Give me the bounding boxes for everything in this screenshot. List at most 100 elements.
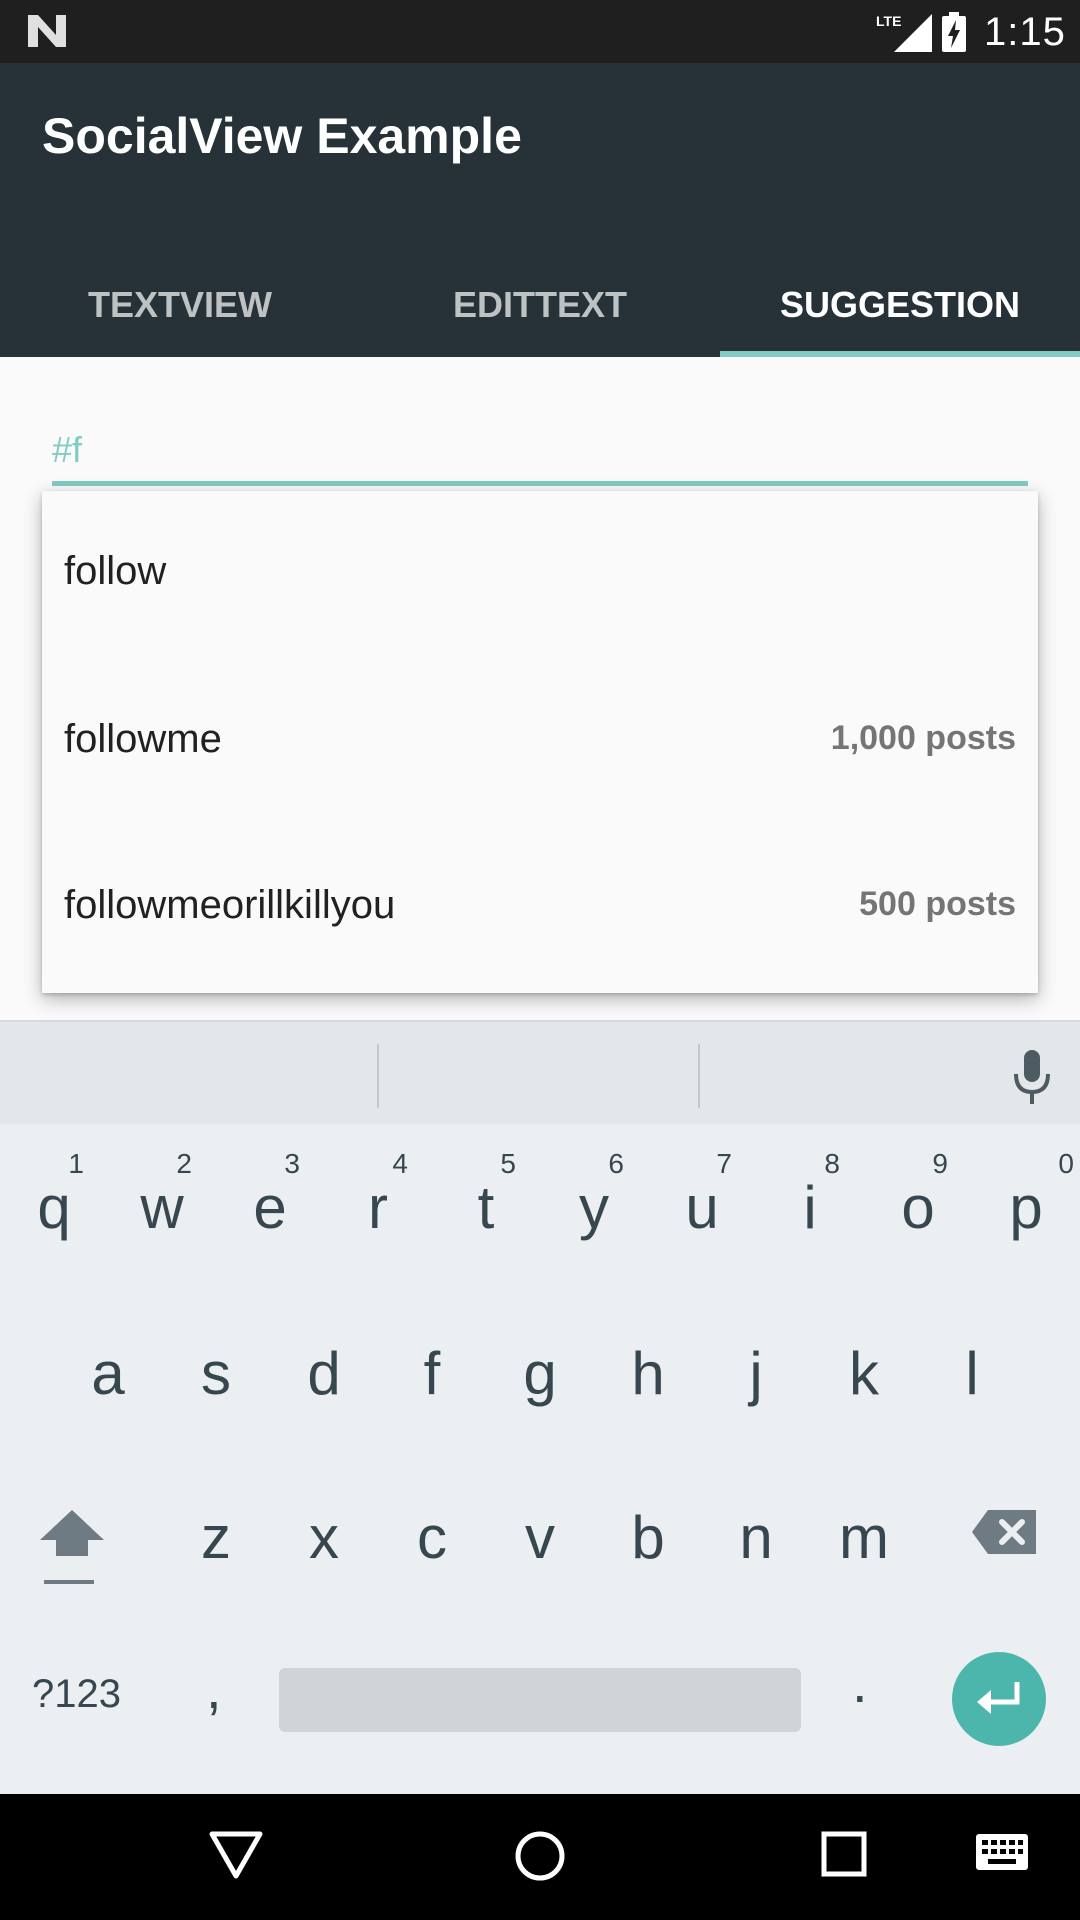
key-b[interactable]: b: [594, 1464, 702, 1624]
main-content: #f follow followme 1,000 posts followmeo…: [0, 357, 1080, 1020]
backspace-icon[interactable]: [970, 1508, 1038, 1556]
key-letter: z: [201, 1504, 231, 1571]
tab-edittext[interactable]: EDITTEXT: [360, 283, 720, 357]
suggestion-strip: [0, 1020, 1080, 1124]
suggestion-count: 500 posts: [859, 885, 1016, 923]
key-h[interactable]: h: [594, 1300, 702, 1460]
home-icon[interactable]: [512, 1828, 568, 1884]
suggestion-dropdown: follow followme 1,000 posts followmeoril…: [42, 491, 1038, 993]
tab-label: EDITTEXT: [452, 284, 627, 325]
key-letter: d: [307, 1340, 341, 1407]
strip-divider: [377, 1044, 379, 1108]
suggestion-name: follow: [64, 549, 167, 593]
key-letter: n: [739, 1504, 773, 1571]
key-hint: 5: [500, 1148, 516, 1179]
key-letter: t: [477, 1174, 495, 1241]
tab-bar: TEXTVIEW EDITTEXT SUGGESTION: [0, 283, 1080, 357]
key-p[interactable]: 0p: [972, 1124, 1080, 1284]
tab-label: TEXTVIEW: [87, 284, 272, 325]
key-d[interactable]: d: [270, 1300, 378, 1460]
input-underline: [52, 481, 1028, 486]
key-w[interactable]: 2w: [108, 1124, 216, 1284]
status-bar: LTE 1:15: [0, 0, 1080, 63]
key-f[interactable]: f: [378, 1300, 486, 1460]
suggestion-item[interactable]: followmeorillkillyou 500 posts: [42, 825, 1038, 993]
key-letter: m: [839, 1504, 889, 1571]
recent-apps-icon[interactable]: [820, 1830, 868, 1878]
comma-key[interactable]: ,: [206, 1656, 222, 1721]
lte-signal-icon: LTE: [876, 13, 932, 52]
key-letter: i: [803, 1174, 817, 1241]
key-hint: 1: [68, 1148, 84, 1179]
tab-textview[interactable]: TEXTVIEW: [0, 283, 360, 357]
enter-icon: [977, 1682, 1020, 1714]
key-letter: b: [631, 1504, 665, 1571]
key-v[interactable]: v: [486, 1464, 594, 1624]
key-letter: w: [140, 1174, 184, 1241]
key-k[interactable]: k: [810, 1300, 918, 1460]
key-z[interactable]: z: [162, 1464, 270, 1624]
key-u[interactable]: 7u: [648, 1124, 756, 1284]
strip-divider: [698, 1044, 700, 1108]
symbols-key[interactable]: ?123: [32, 1672, 121, 1717]
key-letter: h: [631, 1340, 665, 1407]
key-a[interactable]: a: [54, 1300, 162, 1460]
keyboard-switch-icon[interactable]: [974, 1832, 1030, 1872]
key-hint: 9: [932, 1148, 948, 1179]
key-hint: 8: [824, 1148, 840, 1179]
suggestion-name: followme: [64, 717, 222, 761]
key-letter: p: [1009, 1174, 1043, 1241]
key-s[interactable]: s: [162, 1300, 270, 1460]
key-letter: r: [368, 1174, 388, 1241]
key-letter: l: [965, 1340, 979, 1407]
microphone-icon[interactable]: [1008, 1048, 1056, 1108]
space-bar[interactable]: [279, 1668, 801, 1732]
key-g[interactable]: g: [486, 1300, 594, 1460]
key-t[interactable]: 5t: [432, 1124, 540, 1284]
key-hint: 6: [608, 1148, 624, 1179]
enter-key[interactable]: [952, 1652, 1046, 1746]
tab-label: SUGGESTION: [779, 284, 1021, 325]
key-r[interactable]: 4r: [324, 1124, 432, 1284]
key-m[interactable]: m: [810, 1464, 918, 1624]
period-key[interactable]: .: [852, 1650, 868, 1715]
key-letter: q: [37, 1174, 71, 1241]
tab-suggestion[interactable]: SUGGESTION: [720, 283, 1080, 357]
suggestion-item[interactable]: follow: [42, 491, 1038, 659]
key-l[interactable]: l: [918, 1300, 1026, 1460]
soft-keyboard: 1q 2w 3e 4r 5t 6y 7u 8i 9o 0p a s d f g …: [0, 1020, 1080, 1794]
key-letter: s: [201, 1340, 231, 1407]
key-e[interactable]: 3e: [216, 1124, 324, 1284]
network-type-label: LTE: [876, 13, 901, 29]
suggestion-item[interactable]: followme 1,000 posts: [42, 659, 1038, 827]
key-o[interactable]: 9o: [864, 1124, 972, 1284]
key-letter: g: [523, 1340, 557, 1407]
app-bar: SocialView Example TEXTVIEW EDITTEXT SUG…: [0, 63, 1080, 357]
key-hint: 3: [284, 1148, 300, 1179]
key-c[interactable]: c: [378, 1464, 486, 1624]
key-q[interactable]: 1q: [0, 1124, 108, 1284]
key-letter: c: [417, 1504, 447, 1571]
key-x[interactable]: x: [270, 1464, 378, 1624]
key-i[interactable]: 8i: [756, 1124, 864, 1284]
key-j[interactable]: j: [702, 1300, 810, 1460]
key-n[interactable]: n: [702, 1464, 810, 1624]
key-letter: j: [749, 1340, 763, 1407]
key-letter: a: [91, 1340, 125, 1407]
suggestion-count: 1,000 posts: [830, 719, 1016, 757]
app-title: SocialView Example: [42, 108, 522, 164]
key-letter: y: [579, 1174, 609, 1241]
key-letter: o: [901, 1174, 935, 1241]
key-hint: 0: [1058, 1148, 1074, 1179]
key-letter: e: [253, 1174, 287, 1241]
key-letter: f: [423, 1340, 441, 1407]
key-letter: u: [685, 1174, 719, 1241]
hashtag-input[interactable]: #f: [52, 429, 82, 471]
key-letter: v: [525, 1504, 555, 1571]
key-letter: k: [849, 1340, 879, 1407]
clock: 1:15: [984, 10, 1066, 54]
shift-icon[interactable]: [30, 1496, 114, 1596]
suggestion-name: followmeorillkillyou: [64, 883, 396, 927]
key-y[interactable]: 6y: [540, 1124, 648, 1284]
back-icon[interactable]: [208, 1830, 264, 1880]
